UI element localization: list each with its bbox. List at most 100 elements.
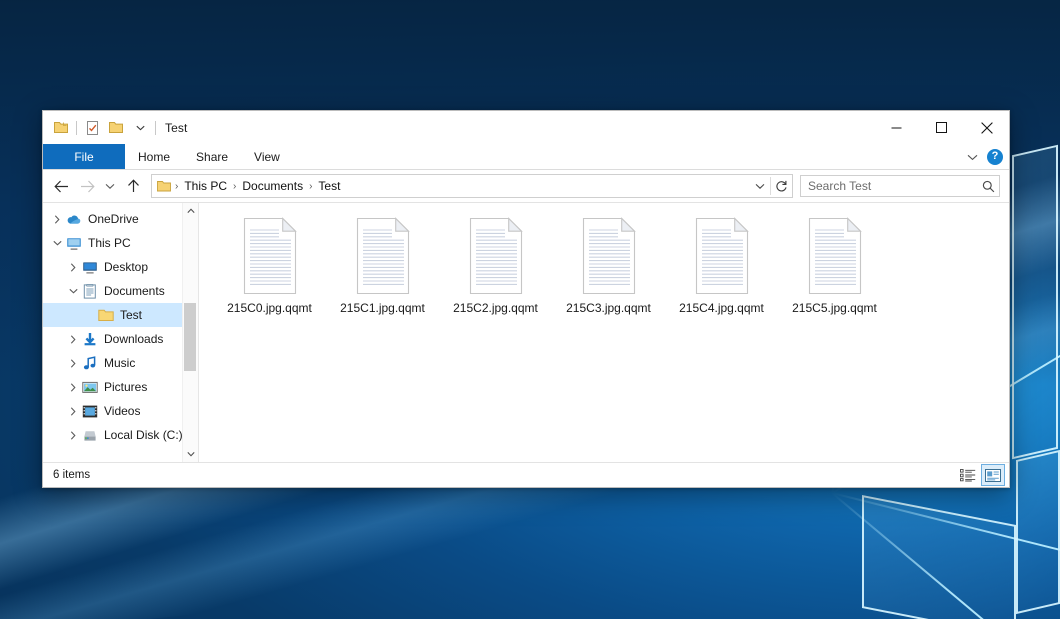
breadcrumb: › This PC › Documents › Test — [152, 178, 749, 194]
chevron-right-icon[interactable] — [49, 215, 65, 224]
file-name-label: 215C0.jpg.qqmt — [227, 301, 312, 315]
address-bar[interactable]: › This PC › Documents › Test — [151, 174, 793, 198]
file-name-label: 215C5.jpg.qqmt — [792, 301, 877, 315]
sidebar-item-desktop[interactable]: Desktop — [43, 255, 198, 279]
properties-icon[interactable] — [83, 119, 101, 137]
cloud-icon — [65, 211, 83, 227]
generic-document-icon — [238, 217, 302, 295]
documents-icon — [81, 283, 99, 299]
scrollbar-track[interactable] — [183, 219, 198, 446]
file-item[interactable]: 215C3.jpg.qqmt — [552, 211, 665, 319]
breadcrumb-item-this-pc[interactable]: This PC — [180, 178, 231, 194]
sidebar-item-music[interactable]: Music — [43, 351, 198, 375]
chevron-down-icon[interactable] — [131, 119, 149, 137]
sidebar-item-label: Downloads — [104, 332, 163, 346]
file-name-label: 215C2.jpg.qqmt — [453, 301, 538, 315]
search-placeholder: Search Test — [808, 179, 982, 193]
explorer-body: OneDrive This PC DesktopDocumentsTest Downl… — [43, 202, 1009, 462]
wallpaper-pane — [1016, 450, 1060, 614]
file-item[interactable]: 215C1.jpg.qqmt — [326, 211, 439, 319]
search-icon[interactable] — [982, 180, 995, 193]
music-icon — [81, 355, 99, 371]
file-list-pane[interactable]: 215C0.jpg.qqmt 215C1.jpg.qqmt 215C2.jpg.qq… — [199, 203, 1009, 462]
large-icons-view-button[interactable] — [981, 464, 1005, 486]
address-dropdown-chevron-down-icon[interactable] — [749, 176, 770, 196]
close-button[interactable] — [964, 111, 1009, 144]
monitor-icon — [65, 235, 83, 251]
recent-locations-chevron-down-icon[interactable] — [101, 174, 119, 198]
file-explorer-window: Test File Home Share View — [42, 110, 1010, 488]
tab-share[interactable]: Share — [183, 144, 241, 169]
chevron-right-icon[interactable] — [65, 431, 81, 440]
refresh-icon[interactable] — [771, 176, 792, 196]
file-item[interactable]: 215C5.jpg.qqmt — [778, 211, 891, 319]
details-view-button[interactable] — [957, 465, 979, 485]
navigation-tree: OneDrive This PC DesktopDocumentsTest Downl… — [43, 207, 198, 447]
scroll-down-icon[interactable] — [183, 446, 198, 462]
generic-document-icon — [690, 217, 754, 295]
up-button[interactable] — [121, 174, 145, 198]
expand-ribbon-chevron-down-icon[interactable] — [967, 150, 978, 164]
scroll-up-icon[interactable] — [183, 203, 198, 219]
tab-view[interactable]: View — [241, 144, 293, 169]
chevron-right-icon[interactable] — [65, 335, 81, 344]
sidebar-item-label: Local Disk (C:) — [104, 428, 183, 442]
file-name-label: 215C1.jpg.qqmt — [340, 301, 425, 315]
breadcrumb-item-test[interactable]: Test — [314, 178, 344, 194]
chevron-right-icon[interactable] — [65, 407, 81, 416]
generic-document-icon — [464, 217, 528, 295]
file-item[interactable]: 215C0.jpg.qqmt — [213, 211, 326, 319]
generic-document-icon — [803, 217, 867, 295]
back-button[interactable] — [49, 174, 73, 198]
sidebar-item-label: OneDrive — [88, 212, 139, 226]
tab-home[interactable]: Home — [125, 144, 183, 169]
chevron-right-icon[interactable] — [65, 383, 81, 392]
forward-button — [75, 174, 99, 198]
breadcrumb-item-documents[interactable]: Documents — [238, 178, 307, 194]
minimize-button[interactable] — [874, 111, 919, 144]
chevron-down-icon[interactable] — [65, 288, 81, 294]
navigation-pane: OneDrive This PC DesktopDocumentsTest Downl… — [43, 203, 199, 462]
sidebar-item-pictures[interactable]: Pictures — [43, 375, 198, 399]
downloads-icon — [81, 331, 99, 347]
desktop: Test File Home Share View — [0, 0, 1060, 619]
new-folder-icon[interactable] — [107, 119, 125, 137]
quick-access-toolbar — [52, 119, 156, 137]
breadcrumb-separator: › — [308, 181, 313, 192]
tab-file[interactable]: File — [43, 144, 125, 169]
file-item[interactable]: 215C2.jpg.qqmt — [439, 211, 552, 319]
file-name-label: 215C3.jpg.qqmt — [566, 301, 651, 315]
sidebar-item-local-disk-c[interactable]: Local Disk (C:) — [43, 423, 198, 447]
window-title: Test — [165, 121, 187, 135]
scrollbar-thumb[interactable] — [184, 303, 196, 371]
sidebar-item-test[interactable]: Test — [43, 303, 198, 327]
toolbar-separator — [76, 121, 77, 135]
sidebar-item-downloads[interactable]: Downloads — [43, 327, 198, 351]
sidebar-item-documents[interactable]: Documents — [43, 279, 198, 303]
breadcrumb-separator: › — [174, 181, 179, 192]
folder-icon[interactable] — [52, 119, 70, 137]
sidebar-item-label: This PC — [88, 236, 131, 250]
help-icon[interactable]: ? — [987, 149, 1003, 165]
chevron-right-icon[interactable] — [65, 359, 81, 368]
file-name-label: 215C4.jpg.qqmt — [679, 301, 764, 315]
generic-document-icon — [577, 217, 641, 295]
file-item[interactable]: 215C4.jpg.qqmt — [665, 211, 778, 319]
navigation-scrollbar[interactable] — [182, 203, 198, 462]
item-count-label: 6 items — [53, 469, 955, 481]
disk-icon — [81, 427, 99, 443]
sidebar-item-onedrive[interactable]: OneDrive — [43, 207, 198, 231]
chevron-right-icon[interactable] — [65, 263, 81, 272]
pictures-icon — [81, 379, 99, 395]
sidebar-item-label: Pictures — [104, 380, 147, 394]
sidebar-item-this-pc[interactable]: This PC — [43, 231, 198, 255]
search-input[interactable]: Search Test — [800, 175, 1000, 197]
maximize-button[interactable] — [919, 111, 964, 144]
wallpaper-pane — [1012, 145, 1058, 460]
sidebar-item-videos[interactable]: Videos — [43, 399, 198, 423]
folder-icon — [97, 307, 115, 323]
sidebar-item-label: Music — [104, 356, 135, 370]
title-bar: Test — [43, 111, 1009, 144]
chevron-down-icon[interactable] — [49, 240, 65, 246]
window-controls — [874, 111, 1009, 144]
